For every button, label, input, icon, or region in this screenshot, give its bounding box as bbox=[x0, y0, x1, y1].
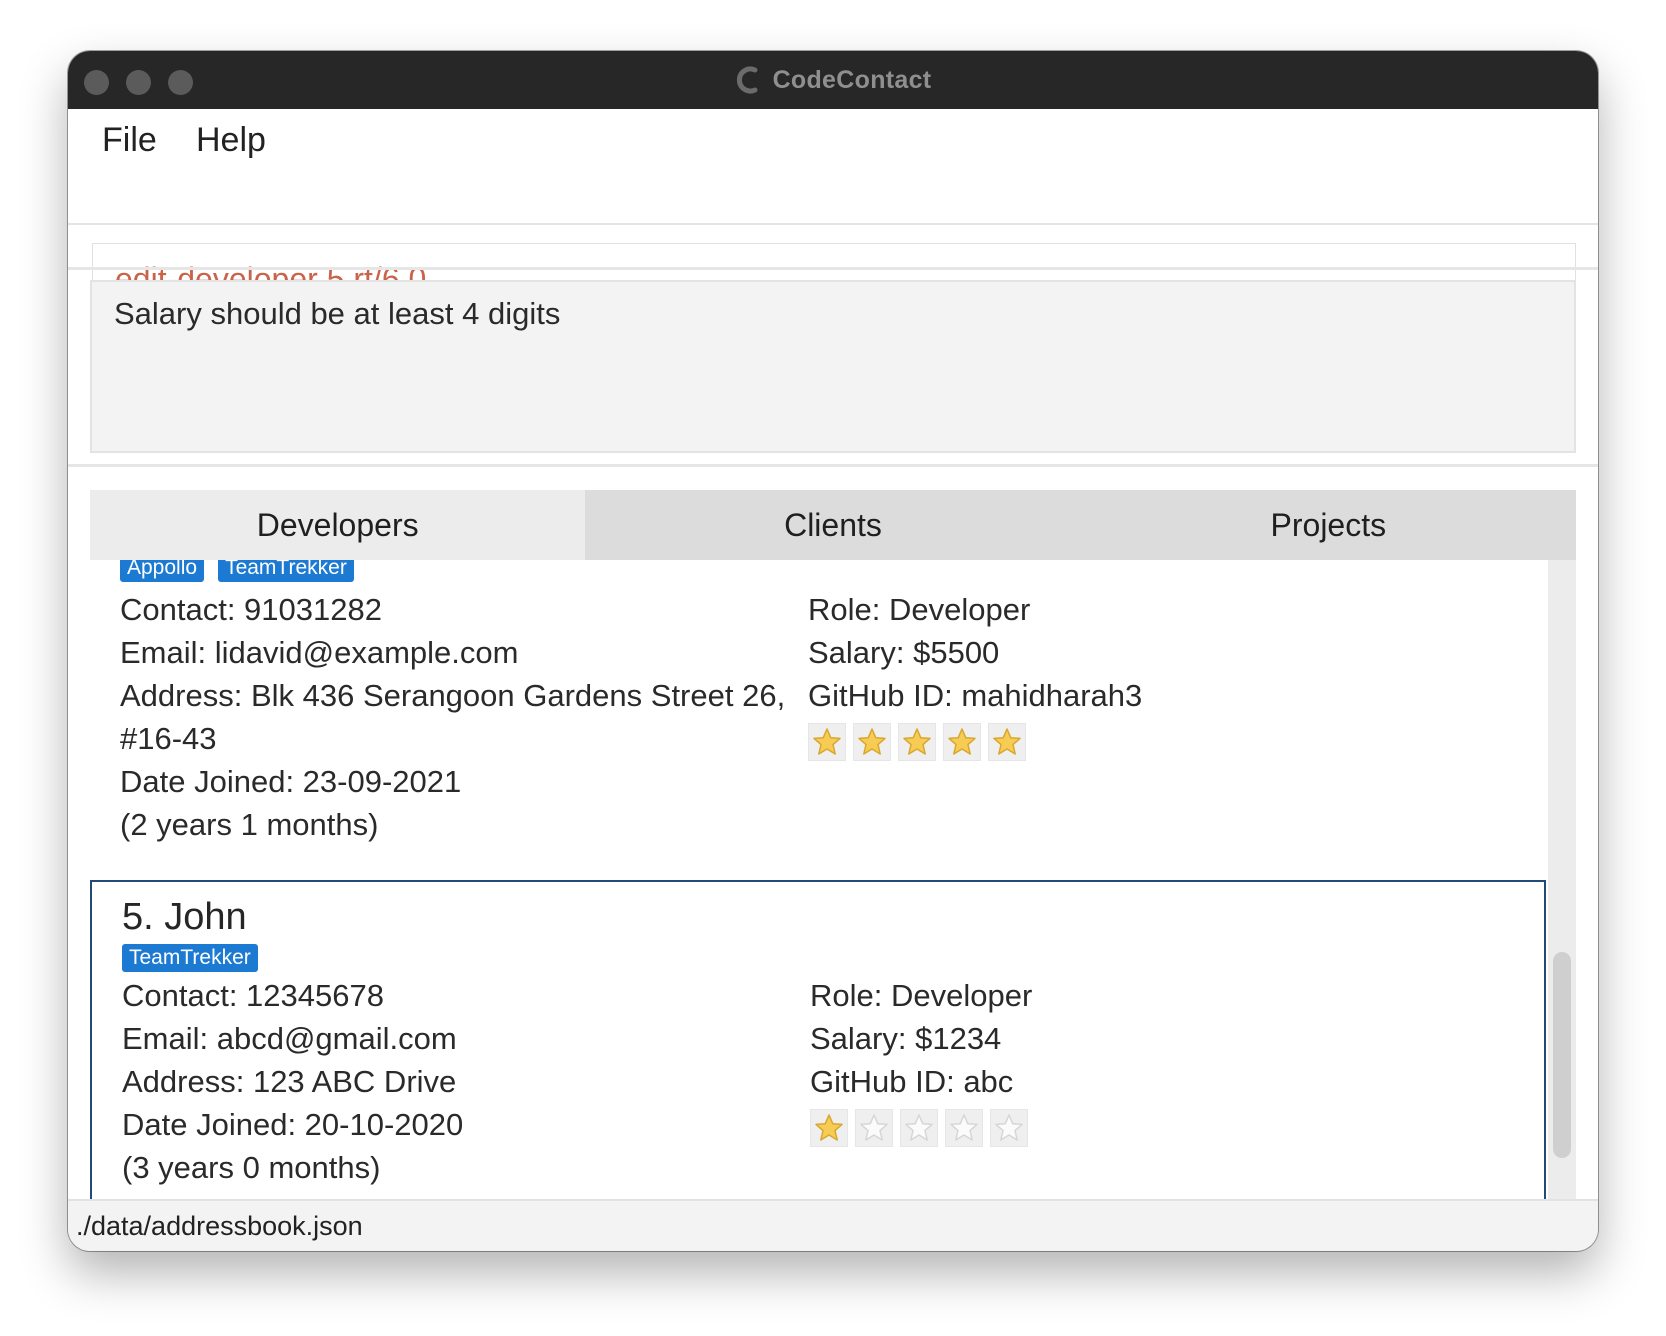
date-joined-text: Date Joined: 23-09-2021 bbox=[120, 764, 462, 799]
star-filled-icon bbox=[988, 723, 1026, 761]
star-empty-icon bbox=[990, 1109, 1028, 1147]
zoom-window-button[interactable] bbox=[168, 70, 193, 95]
result-message: Salary should be at least 4 digits bbox=[114, 296, 561, 331]
star-filled-icon bbox=[853, 723, 891, 761]
star-empty-icon bbox=[855, 1109, 893, 1147]
star-filled-icon bbox=[943, 723, 981, 761]
tag-list: Appollo TeamTrekker bbox=[120, 560, 354, 582]
tab-projects[interactable]: Projects bbox=[1081, 490, 1576, 560]
duration-text: (2 years 1 months) bbox=[120, 807, 379, 842]
title-group: CodeContact bbox=[735, 66, 932, 95]
star-empty-icon bbox=[945, 1109, 983, 1147]
salary-text: Salary: $5500 bbox=[808, 635, 1000, 670]
tag: TeamTrekker bbox=[218, 560, 354, 582]
star-filled-icon bbox=[808, 723, 846, 761]
contact-text: Contact: 12345678 bbox=[122, 978, 384, 1013]
github-text: GitHub ID: mahidharah3 bbox=[808, 678, 1143, 713]
role-text: Role: Developer bbox=[810, 978, 1033, 1013]
app-window: CodeContact File Help Salary should be a… bbox=[68, 51, 1598, 1251]
contact-text: Contact: 91031282 bbox=[120, 592, 382, 627]
rating-stars bbox=[808, 723, 1142, 761]
tag: TeamTrekker bbox=[122, 944, 258, 972]
close-window-button[interactable] bbox=[84, 70, 109, 95]
duration-text: (3 years 0 months) bbox=[122, 1150, 381, 1185]
app-logo-icon bbox=[736, 66, 758, 94]
status-bar: ./data/addressbook.json bbox=[68, 1199, 1598, 1251]
tab-clients[interactable]: Clients bbox=[585, 490, 1080, 560]
github-text: GitHub ID: abc bbox=[810, 1064, 1014, 1099]
result-display: Salary should be at least 4 digits bbox=[90, 280, 1576, 453]
title-bar: CodeContact bbox=[68, 51, 1598, 109]
role-text: Role: Developer bbox=[808, 592, 1031, 627]
tag: Appollo bbox=[120, 560, 205, 582]
tab-developers[interactable]: Developers bbox=[90, 490, 586, 560]
rating-stars bbox=[810, 1109, 1032, 1147]
developer-job-details: Role: Developer Salary: $5500 GitHub ID:… bbox=[808, 588, 1142, 761]
email-text: Email: lidavid@example.com bbox=[120, 635, 519, 670]
address-text: Address: 123 ABC Drive bbox=[122, 1064, 457, 1099]
developer-card[interactable]: Appollo TeamTrekker Contact: 91031282 Em… bbox=[90, 560, 1546, 842]
developer-details: Contact: 12345678 Email: abcd@gmail.com … bbox=[122, 974, 463, 1189]
window-controls bbox=[84, 70, 193, 95]
star-empty-icon bbox=[900, 1109, 938, 1147]
menu-help[interactable]: Help bbox=[196, 121, 266, 160]
developer-name: 5. John bbox=[122, 896, 247, 938]
minimize-window-button[interactable] bbox=[126, 70, 151, 95]
email-text: Email: abcd@gmail.com bbox=[122, 1021, 457, 1056]
developer-details: Contact: 91031282 Email: lidavid@example… bbox=[120, 588, 785, 846]
salary-text: Salary: $1234 bbox=[810, 1021, 1002, 1056]
divider bbox=[68, 267, 1598, 270]
tab-bar: Developers Clients Projects bbox=[90, 490, 1576, 560]
star-filled-icon bbox=[898, 723, 936, 761]
date-joined-text: Date Joined: 20-10-2020 bbox=[122, 1107, 464, 1142]
window-title: CodeContact bbox=[772, 65, 932, 94]
menu-file[interactable]: File bbox=[102, 121, 157, 160]
data-file-path: ./data/addressbook.json bbox=[76, 1210, 363, 1241]
scrollbar-thumb[interactable] bbox=[1553, 952, 1571, 1158]
scrollbar[interactable] bbox=[1548, 560, 1576, 1240]
developer-card-selected[interactable]: 5. John TeamTrekker Contact: 12345678 Em… bbox=[90, 880, 1546, 1240]
divider bbox=[68, 464, 1598, 467]
address-text: Address: Blk 436 Serangoon Gardens Stree… bbox=[120, 678, 786, 713]
developer-job-details: Role: Developer Salary: $1234 GitHub ID:… bbox=[810, 974, 1032, 1147]
address-text-continued: #16-43 bbox=[120, 721, 217, 756]
developer-list[interactable]: Appollo TeamTrekker Contact: 91031282 Em… bbox=[90, 560, 1576, 1240]
tag-list: TeamTrekker bbox=[122, 944, 258, 972]
star-filled-icon bbox=[810, 1109, 848, 1147]
menu-bar: File Help bbox=[68, 109, 1598, 316]
